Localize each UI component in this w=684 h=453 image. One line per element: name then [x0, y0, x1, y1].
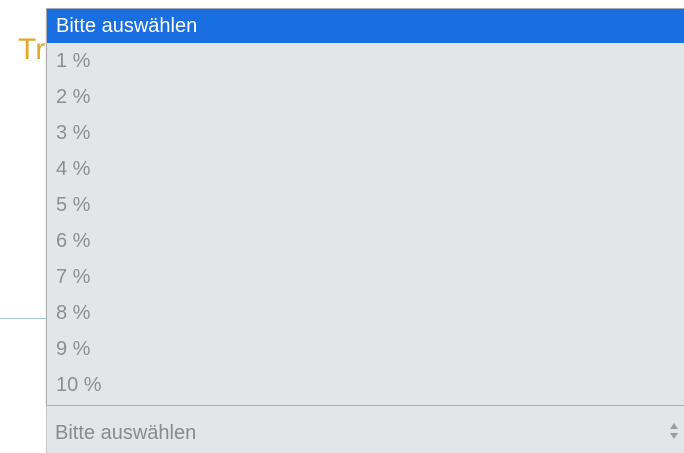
dropdown-option-2-percent[interactable]: 2 %	[47, 79, 684, 115]
dropdown-options-list: Bitte auswählen 1 % 2 % 3 % 4 % 5 % 6 % …	[46, 8, 684, 406]
select-current-value: Bitte auswählen	[55, 422, 197, 444]
background-heading: Tr	[18, 33, 46, 66]
updown-arrows-icon	[669, 420, 679, 442]
dropdown-option-please-select[interactable]: Bitte auswählen	[47, 9, 684, 43]
dropdown-option-7-percent[interactable]: 7 %	[47, 259, 684, 295]
dropdown-option-3-percent[interactable]: 3 %	[47, 115, 684, 151]
background-divider	[0, 318, 50, 319]
dropdown-option-1-percent[interactable]: 1 %	[47, 43, 684, 79]
dropdown-option-6-percent[interactable]: 6 %	[47, 223, 684, 259]
dropdown-option-9-percent[interactable]: 9 %	[47, 331, 684, 367]
percentage-select[interactable]: Bitte auswählen	[46, 406, 684, 453]
page: Tr Bitte auswählen 1 % 2 % 3 % 4 % 5 % 6…	[0, 0, 684, 453]
dropdown-option-10-percent[interactable]: 10 %	[47, 367, 684, 403]
dropdown-option-8-percent[interactable]: 8 %	[47, 295, 684, 331]
dropdown-option-5-percent[interactable]: 5 %	[47, 187, 684, 223]
dropdown-option-4-percent[interactable]: 4 %	[47, 151, 684, 187]
